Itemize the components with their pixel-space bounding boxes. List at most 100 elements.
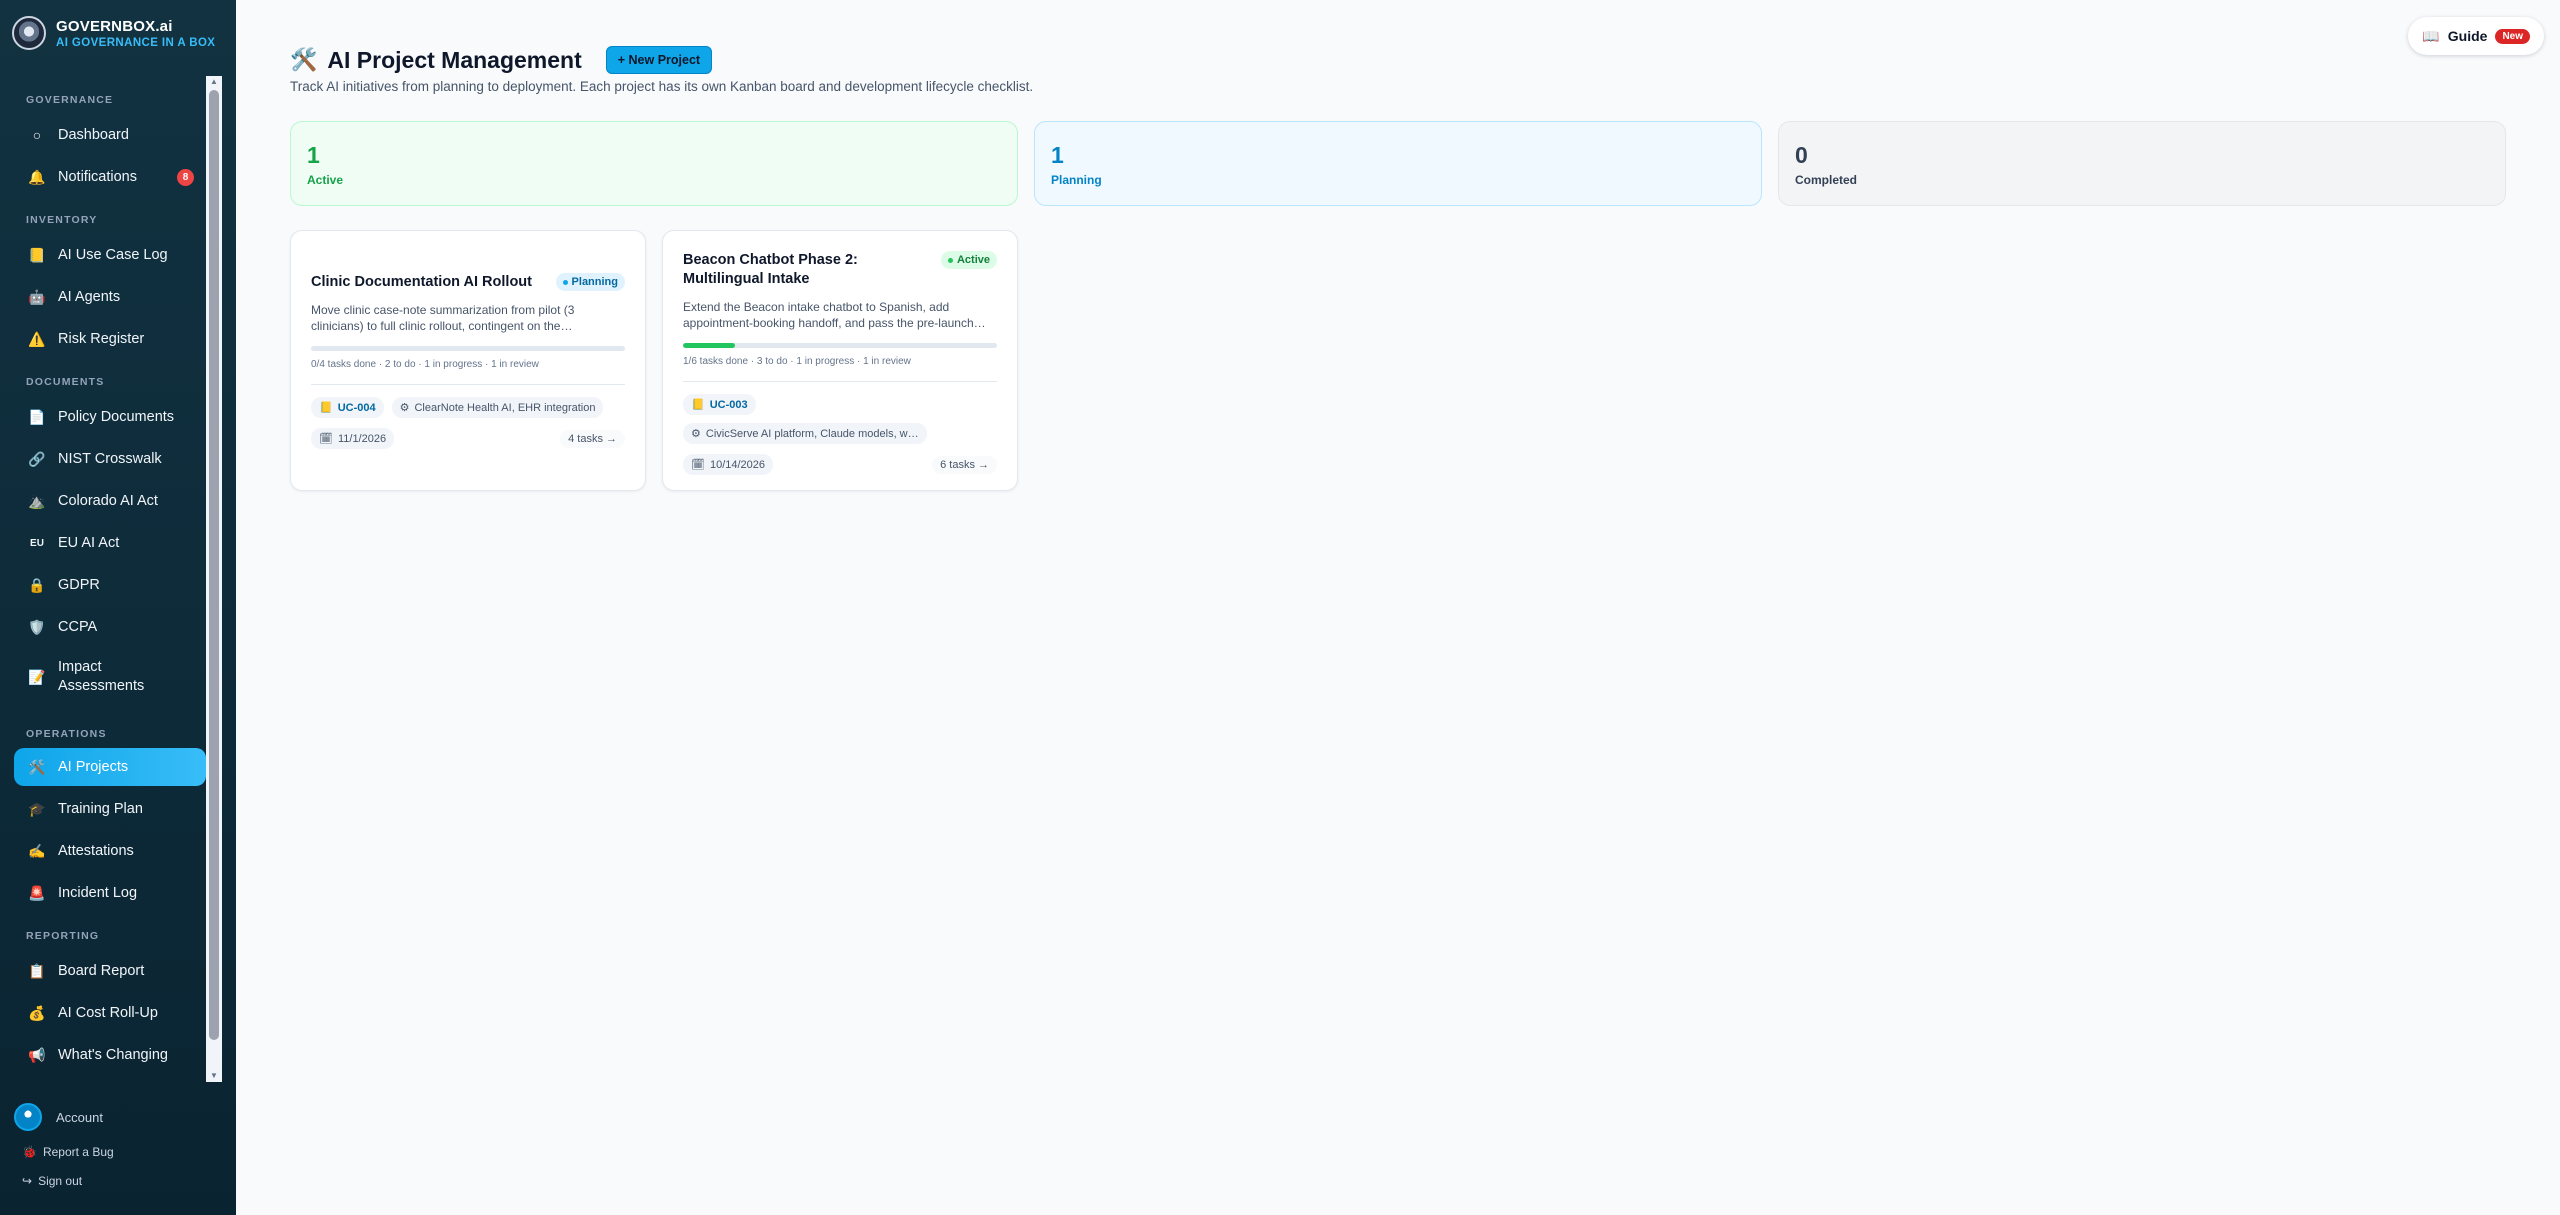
sidebar-item-attestations[interactable]: ✍️ Attestations (14, 832, 206, 870)
sidebar-item-label: NIST Crosswalk (58, 451, 162, 467)
lock-icon: 🔒 (28, 576, 46, 593)
progress-bar (311, 346, 625, 351)
sidebar-item-notifications[interactable]: 🔔 Notifications 8 (14, 158, 206, 196)
bug-icon: 🐞 (22, 1145, 37, 1159)
sidebar-item-gdpr[interactable]: 🔒 GDPR (14, 566, 206, 604)
use-case-chip[interactable]: 📒 UC-003 (683, 394, 756, 415)
sidebar: GOVERNBOX.ai AI GOVERNANCE IN A BOX GOVE… (0, 0, 236, 1215)
sidebar-item-label: Colorado AI Act (58, 493, 158, 509)
project-description: Extend the Beacon intake chatbot to Span… (683, 300, 986, 330)
sidebar-scrollbar[interactable]: ▲ ▼ (206, 76, 222, 1082)
sidebar-item-eu-ai-act[interactable]: EU EU AI Act (14, 524, 206, 562)
document-icon: 📄 (28, 408, 46, 425)
sidebar-item-label: Policy Documents (58, 409, 175, 425)
sidebar-item-use-case-log[interactable]: 📒 AI Use Case Log (14, 236, 206, 274)
stat-value: 0 (1795, 142, 1808, 168)
bell-icon: 🔔 (28, 168, 46, 185)
project-card[interactable]: Beacon Chatbot Phase 2: Multilingual Int… (662, 230, 1018, 491)
page-subtitle: Track AI initiatives from planning to de… (290, 79, 1034, 94)
main-content: 🛠️ AI Project Management + New Project T… (236, 0, 2560, 1215)
report-bug-link[interactable]: 🐞 Report a Bug (22, 1145, 114, 1159)
sidebar-item-label: Board Report (58, 963, 145, 979)
sidebar-item-incident-log[interactable]: 🚨 Incident Log (14, 874, 206, 912)
sidebar-item-training-plan[interactable]: 🎓 Training Plan (14, 790, 206, 828)
sidebar-item-ccpa[interactable]: 🛡️ CCPA (14, 608, 206, 646)
folder-icon: 📒 (319, 402, 333, 414)
gear-icon: ⚙ (399, 402, 410, 414)
stat-active[interactable]: 1 Active (290, 121, 1018, 206)
book-icon: 📖 (2422, 27, 2440, 44)
account-link[interactable]: Account (14, 1103, 103, 1131)
sidebar-item-ai-agents[interactable]: 🤖 AI Agents (14, 278, 206, 316)
tasks-summary: 1/6 tasks done · 3 to do · 1 in progress… (683, 356, 911, 367)
sidebar-item-label: AI Projects (58, 759, 129, 775)
sidebar-item-dashboard[interactable]: ○ Dashboard (14, 116, 206, 154)
project-title: Beacon Chatbot Phase 2: Multilingual Int… (683, 252, 858, 287)
divider (683, 381, 997, 382)
siren-icon: 🚨 (28, 884, 46, 901)
tasks-link[interactable]: 4 tasks → (560, 429, 625, 448)
progress-fill (683, 343, 736, 348)
folder-icon: 📒 (28, 246, 46, 263)
vendor-label: CivicServe AI platform, Claude models, w… (705, 427, 919, 440)
project-title: Clinic Documentation AI Rollout (311, 274, 532, 290)
divider (311, 384, 625, 385)
new-badge: New (2495, 28, 2530, 44)
project-card[interactable]: Clinic Documentation AI Rollout Planning… (290, 230, 646, 491)
brand-tagline: AI GOVERNANCE IN A BOX (56, 36, 216, 49)
tools-icon: 🛠️ (28, 758, 46, 775)
sidebar-item-colorado-ai-act[interactable]: ⛰️ Colorado AI Act (14, 482, 206, 520)
sign-out-link[interactable]: ↪ Sign out (22, 1174, 82, 1188)
sidebar-item-label: Attestations (58, 843, 134, 859)
sidebar-item-label: Incident Log (58, 885, 138, 901)
new-project-button[interactable]: + New Project (605, 46, 713, 74)
sidebar-item-nist-crosswalk[interactable]: 🔗 NIST Crosswalk (14, 440, 206, 478)
avatar (14, 1103, 42, 1131)
guide-button[interactable]: 📖 Guide New (2408, 17, 2544, 55)
sidebar-item-label: Notifications (58, 169, 137, 185)
project-description: Move clinic case-note summarization from… (311, 303, 575, 333)
sidebar-item-whats-changing[interactable]: 📢 What's Changing (14, 1036, 206, 1074)
stat-label: Active (307, 173, 344, 187)
page-title: AI Project Management (327, 46, 582, 73)
sidebar-item-ai-projects[interactable]: 🛠️ AI Projects (14, 748, 206, 786)
sidebar-item-cost-rollup[interactable]: 💰 AI Cost Roll-Up (14, 994, 206, 1032)
warning-icon: ⚠️ (28, 330, 46, 347)
status-dot-icon (947, 257, 953, 263)
section-reporting: REPORTING (26, 930, 100, 942)
status-dot-icon (562, 279, 568, 285)
stat-completed[interactable]: 0 Completed (1778, 121, 2506, 206)
sidebar-item-impact-assessments[interactable]: 📝 Impact Assessments (14, 652, 206, 702)
sidebar-item-label: Training Plan (58, 801, 143, 817)
stat-label: Planning (1051, 173, 1102, 187)
status-badge: Planning (555, 273, 625, 291)
sidebar-item-label: CCPA (58, 619, 98, 635)
status-label: Active (956, 254, 990, 266)
robot-icon: 🤖 (28, 288, 46, 305)
sign-out-icon: ↪ (22, 1174, 33, 1188)
section-governance: GOVERNANCE (26, 94, 114, 106)
sidebar-item-policy-documents[interactable]: 📄 Policy Documents (14, 398, 206, 436)
scroll-down-arrow-icon[interactable]: ▼ (209, 1071, 219, 1081)
tasks-link[interactable]: 6 tasks → (932, 455, 997, 474)
report-bug-label: Report a Bug (42, 1145, 114, 1159)
brand[interactable]: GOVERNBOX.ai AI GOVERNANCE IN A BOX (12, 16, 215, 50)
eu-flag-icon: EU (30, 537, 44, 549)
sidebar-item-risk-register[interactable]: ⚠️ Risk Register (14, 320, 206, 358)
megaphone-icon: 📢 (28, 1046, 46, 1063)
stat-planning[interactable]: 1 Planning (1034, 121, 1762, 206)
sidebar-item-board-report[interactable]: 📋 Board Report (14, 952, 206, 990)
money-bag-icon: 💰 (28, 1004, 46, 1021)
graduation-cap-icon: 🎓 (28, 800, 46, 817)
vendor-label: ClearNote Health AI, EHR integration (414, 401, 596, 414)
use-case-chip[interactable]: 📒 UC-004 (311, 397, 384, 418)
gear-icon: ⚙ (691, 428, 701, 440)
guide-label: Guide (2447, 28, 2488, 44)
stats-row: 1 Active 1 Planning 0 Completed (290, 121, 2506, 206)
scroll-up-arrow-icon[interactable]: ▲ (209, 77, 219, 87)
tools-icon: 🛠️ (290, 47, 318, 72)
circle-icon: ○ (32, 127, 42, 143)
scroll-thumb[interactable] (209, 90, 219, 1040)
mountain-icon: ⛰️ (28, 492, 46, 509)
calendar-icon: 🗓 (691, 459, 705, 471)
